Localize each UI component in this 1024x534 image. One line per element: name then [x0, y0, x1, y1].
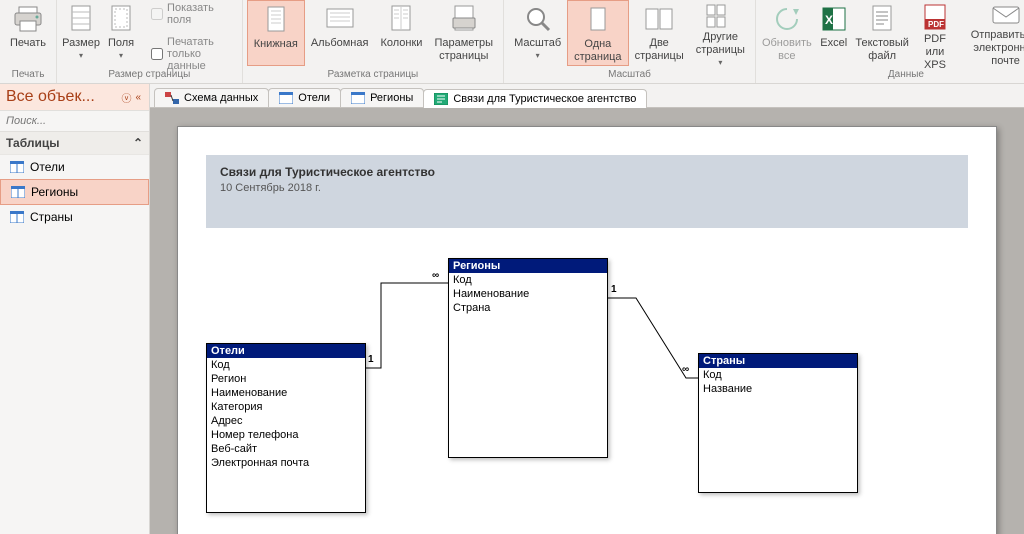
table-field: Веб-сайт — [207, 442, 365, 456]
margins-icon — [105, 3, 137, 35]
one-page-button[interactable]: Одна страница — [567, 0, 628, 66]
table-icon — [10, 161, 24, 173]
page-size-icon — [65, 3, 97, 35]
table-header: Регионы — [449, 259, 607, 273]
nav-item-label: Отели — [30, 160, 65, 174]
table-field: Электронная почта — [207, 456, 365, 470]
table-field: Код — [207, 358, 365, 372]
magnifier-icon — [522, 3, 554, 35]
show-fields-checkbox[interactable]: Показать поля — [147, 0, 232, 28]
group-label-layout: Разметка страницы — [328, 68, 419, 82]
two-pages-icon — [643, 3, 675, 35]
nav-item-hotels[interactable]: Отели — [0, 155, 149, 179]
nav-title: Все объек... — [6, 88, 119, 106]
margins-button[interactable]: Поля ▾ — [101, 0, 141, 66]
tab-label: Регионы — [370, 92, 413, 104]
tab-отели[interactable]: Отели — [268, 88, 341, 107]
tab-схема-данных[interactable]: Схема данных — [154, 88, 269, 107]
report-date: 10 Сентябрь 2018 г. — [220, 182, 954, 194]
ribbon: Печать Печать Размер ▾ Поля ▾ Показать п… — [0, 0, 1024, 84]
landscape-icon — [324, 3, 356, 35]
table-field: Регион — [207, 372, 365, 386]
table-header: Отели — [207, 344, 365, 358]
pdf-icon: PDF — [919, 3, 951, 31]
table-field: Код — [449, 273, 607, 287]
dropdown-arrow-icon: ▾ — [119, 51, 123, 60]
excel-button[interactable]: X Excel — [814, 0, 854, 66]
tab-icon — [434, 93, 448, 105]
navigation-pane: Все объек... ⓥ « 🔍 Таблицы ⌃ Отели Регио… — [0, 84, 150, 534]
more-pages-button[interactable]: Другие страницы ▾ — [690, 0, 751, 66]
tab-связи-для-туристическое-агентство[interactable]: Связи для Туристическое агентство — [423, 89, 647, 108]
table-icon — [11, 186, 25, 198]
tab-label: Отели — [298, 92, 330, 104]
dropdown-arrow-icon: ▾ — [718, 58, 722, 67]
preview-page: Связи для Туристическое агентство 10 Сен… — [177, 126, 997, 534]
portrait-button[interactable]: Книжная — [247, 0, 305, 66]
table-field: Адрес — [207, 414, 365, 428]
diagram-table-отели: ОтелиКодРегионНаименованиеКатегорияАдрес… — [206, 343, 366, 513]
nav-dropdown-icon[interactable]: ⓥ — [121, 90, 131, 105]
tab-label: Связи для Туристическое агентство — [453, 93, 636, 105]
tab-icon — [351, 92, 365, 104]
nav-item-countries[interactable]: Страны — [0, 205, 149, 229]
svg-text:X: X — [825, 13, 833, 27]
svg-text:PDF: PDF — [928, 20, 944, 29]
table-field: Название — [699, 382, 857, 396]
search-input[interactable] — [0, 111, 155, 131]
tab-icon — [165, 92, 179, 104]
print-preview-canvas[interactable]: Связи для Туристическое агентство 10 Сен… — [150, 108, 1024, 534]
zoom-button[interactable]: Масштаб ▾ — [508, 0, 567, 66]
table-field: Наименование — [449, 287, 607, 301]
diagram-table-страны: СтраныКодНазвание — [698, 353, 858, 493]
section-collapse-icon: ⌃ — [133, 136, 143, 150]
nav-item-label: Страны — [30, 210, 73, 224]
text-file-button[interactable]: Текстовый файл — [854, 0, 911, 66]
portrait-icon — [260, 4, 292, 36]
more-pages-icon — [704, 3, 736, 29]
nav-section-tables[interactable]: Таблицы ⌃ — [0, 132, 149, 155]
page-setup-button[interactable]: Параметры страницы — [428, 0, 499, 66]
one-page-icon — [582, 4, 614, 36]
refresh-all-button: Обновить все — [760, 0, 814, 66]
diagram-table-регионы: РегионыКодНаименованиеСтрана — [448, 258, 608, 458]
size-button[interactable]: Размер ▾ — [61, 0, 101, 66]
nav-item-regions[interactable]: Регионы — [0, 179, 149, 205]
document-tabs: Схема данных Отели Регионы Связи для Турист… — [150, 84, 1024, 108]
table-header: Страны — [699, 354, 857, 368]
table-field: Наименование — [207, 386, 365, 400]
refresh-icon — [771, 3, 803, 35]
page-setup-icon — [448, 3, 480, 35]
table-field: Страна — [449, 301, 607, 315]
report-title: Связи для Туристическое агентство — [220, 165, 954, 179]
email-icon — [990, 3, 1022, 27]
tab-label: Схема данных — [184, 92, 258, 104]
columns-button[interactable]: Колонки — [374, 0, 428, 66]
email-button[interactable]: Отправить по электронной почте — [959, 0, 1024, 66]
table-icon — [10, 211, 24, 223]
nav-header[interactable]: Все объек... ⓥ « — [0, 84, 149, 110]
group-label-print: Печать — [12, 68, 45, 82]
table-field: Категория — [207, 400, 365, 414]
nav-search: 🔍 — [0, 110, 149, 132]
landscape-button[interactable]: Альбомная — [305, 0, 375, 66]
group-label-page-size: Размер страницы — [108, 68, 190, 82]
nav-collapse-icon[interactable]: « — [135, 92, 141, 103]
printer-icon — [12, 3, 44, 35]
pdf-xps-button[interactable]: PDF PDF или XPS — [911, 0, 960, 66]
group-label-data: Данные — [888, 68, 924, 82]
dropdown-arrow-icon: ▾ — [79, 51, 83, 60]
tab-icon — [279, 92, 293, 104]
nav-item-label: Регионы — [31, 185, 78, 199]
table-field: Номер телефона — [207, 428, 365, 442]
print-button[interactable]: Печать — [4, 0, 52, 66]
group-label-zoom: Масштаб — [608, 68, 651, 82]
table-field: Код — [699, 368, 857, 382]
columns-icon — [385, 3, 417, 35]
two-pages-button[interactable]: Две страницы — [629, 0, 690, 66]
excel-icon: X — [818, 3, 850, 35]
tab-регионы[interactable]: Регионы — [340, 88, 424, 107]
dropdown-arrow-icon: ▾ — [536, 51, 540, 60]
text-file-icon — [866, 3, 898, 35]
